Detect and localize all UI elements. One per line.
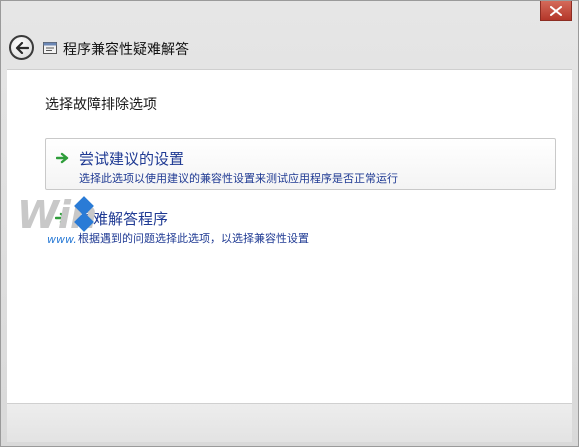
troubleshooter-app-icon — [43, 42, 57, 54]
option-description: 根据遇到的问题选择此选项，以选择兼容性设置 — [78, 232, 309, 245]
page-heading: 选择故障排除选项 — [45, 97, 157, 113]
close-icon — [550, 5, 562, 16]
option-description: 选择此选项以使用建议的兼容性设置来测试应用程序是否正常运行 — [79, 172, 398, 185]
site-watermark: Win www. — [17, 193, 107, 253]
option-troubleshoot-program[interactable]: 疑难解答程序 根据遇到的问题选择此选项，以选择兼容性设置 — [45, 199, 556, 251]
back-arrow-icon — [15, 41, 29, 54]
troubleshooter-window: 程序兼容性疑难解答 选择故障排除选项 尝试建议的设置 选择此选项以使用建议的兼容… — [0, 0, 579, 447]
watermark-url: www. — [47, 233, 77, 246]
green-arrow-icon — [56, 152, 69, 164]
close-button[interactable] — [540, 1, 572, 21]
option-title: 尝试建议的设置 — [79, 150, 185, 168]
window-title: 程序兼容性疑难解答 — [63, 42, 189, 58]
title-bar: 程序兼容性疑难解答 — [1, 21, 578, 67]
option-try-recommended-settings[interactable]: 尝试建议的设置 选择此选项以使用建议的兼容性设置来测试应用程序是否正常运行 — [45, 138, 556, 190]
footer-bar — [7, 403, 572, 442]
back-button[interactable] — [9, 35, 34, 60]
